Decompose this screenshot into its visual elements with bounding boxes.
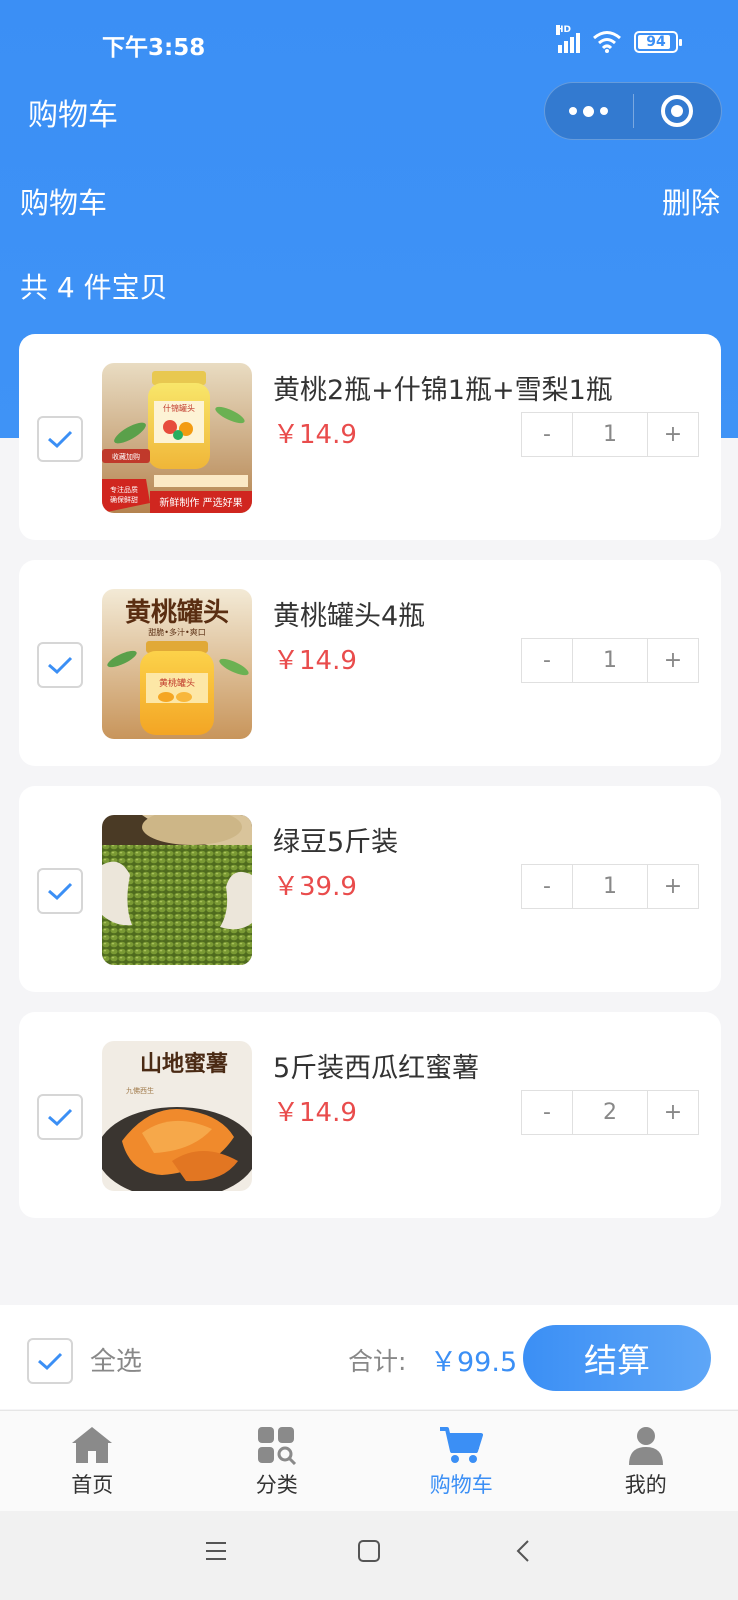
- item-checkbox[interactable]: [37, 868, 83, 914]
- product-name[interactable]: 黄桃2瓶+什锦1瓶+雪梨1瓶: [273, 368, 613, 407]
- system-navigation-bar: [0, 1511, 738, 1600]
- cart-icon: [440, 1427, 484, 1463]
- more-dot-icon: [600, 107, 609, 115]
- product-name[interactable]: 5斤装西瓜红蜜薯: [273, 1046, 479, 1085]
- battery-level: 94: [646, 34, 666, 50]
- status-time: 下午3:58: [102, 35, 206, 61]
- image-subtitle-text: 九佛西生: [126, 1086, 154, 1095]
- delete-button[interactable]: 删除: [662, 180, 720, 222]
- check-icon: [38, 1352, 63, 1371]
- increase-button[interactable]: +: [648, 1091, 698, 1134]
- yellow-peach-jar-image: 黄桃罐头 甜脆•多汁•爽口 黄桃罐头: [102, 589, 252, 739]
- image-badge-text: 收藏加购: [112, 452, 140, 461]
- more-dot-icon: [569, 107, 578, 115]
- wifi-icon: [593, 31, 621, 53]
- cart-item: 山地蜜薯 九佛西生 5斤装西瓜红蜜薯 ￥14.9 - 2 +: [19, 1012, 721, 1218]
- cart-item: 什锦罐头 收藏加购 专注品质 确保鲜甜 新鲜制作 严选好果 黄桃2瓶+什锦1瓶+…: [19, 334, 721, 540]
- tab-label: 首页: [71, 1473, 114, 1497]
- image-title-text: 黄桃罐头: [125, 597, 229, 628]
- quantity-value[interactable]: 1: [572, 865, 648, 908]
- decrease-button[interactable]: -: [522, 865, 572, 908]
- quantity-stepper: - 2 +: [521, 1090, 699, 1135]
- decrease-button[interactable]: -: [522, 413, 572, 456]
- quantity-stepper: - 1 +: [521, 638, 699, 683]
- sweet-potato-image: 山地蜜薯 九佛西生: [102, 1041, 252, 1191]
- item-count: 共 4 件宝贝: [20, 271, 168, 304]
- status-icons: HD 94: [556, 25, 682, 54]
- more-button[interactable]: [545, 105, 633, 117]
- product-image[interactable]: [102, 815, 252, 965]
- tab-home[interactable]: 首页: [0, 1411, 185, 1511]
- quantity-value[interactable]: 2: [572, 1091, 648, 1134]
- tab-cart[interactable]: 购物车: [369, 1411, 554, 1511]
- home-icon: [72, 1427, 113, 1463]
- product-image[interactable]: 黄桃罐头 甜脆•多汁•爽口 黄桃罐头: [102, 589, 252, 739]
- total-price: ￥99.5: [430, 1347, 518, 1378]
- image-badge-text: 确保鲜甜: [110, 495, 138, 504]
- image-banner-text: 新鲜制作 严选好果: [159, 496, 242, 509]
- battery-icon: 94: [634, 31, 682, 53]
- back-icon[interactable]: [512, 1539, 536, 1563]
- mung-bean-image: [102, 815, 252, 965]
- image-subtitle-text: 甜脆•多汁•爽口: [148, 627, 205, 637]
- cart-item: 绿豆5斤装 ￥39.9 - 1 +: [19, 786, 721, 992]
- close-mini-program-button[interactable]: [634, 95, 722, 127]
- product-price: ￥39.9: [273, 872, 357, 902]
- menu-icon[interactable]: [204, 1539, 228, 1563]
- product-price: ￥14.9: [273, 1098, 357, 1128]
- product-price: ￥14.9: [273, 420, 357, 450]
- total-label: 合计:: [348, 1347, 407, 1376]
- product-name[interactable]: 绿豆5斤装: [273, 820, 398, 859]
- tab-label: 分类: [255, 1473, 298, 1497]
- product-image[interactable]: 山地蜜薯 九佛西生: [102, 1041, 252, 1191]
- check-icon: [48, 1108, 73, 1127]
- image-title-text: 山地蜜薯: [140, 1051, 228, 1077]
- select-all-checkbox[interactable]: [27, 1338, 73, 1384]
- target-icon: [661, 95, 694, 127]
- checkout-button[interactable]: 结算: [523, 1325, 711, 1391]
- decrease-button[interactable]: -: [522, 1091, 572, 1134]
- quantity-value[interactable]: 1: [572, 413, 648, 456]
- user-icon: [628, 1427, 663, 1465]
- page-title: 购物车: [28, 98, 118, 133]
- category-icon: [257, 1427, 296, 1465]
- cart-title: 购物车: [20, 186, 108, 220]
- decrease-button[interactable]: -: [522, 639, 572, 682]
- quantity-stepper: - 1 +: [521, 864, 699, 909]
- checkout-bar: 全选 合计: ￥99.5 结算: [0, 1305, 738, 1409]
- jar-label: 黄桃罐头: [159, 677, 195, 689]
- quantity-stepper: - 1 +: [521, 412, 699, 457]
- tab-label: 购物车: [429, 1473, 493, 1497]
- hd-label: HD: [556, 25, 572, 35]
- home-square-icon[interactable]: [357, 1539, 381, 1563]
- product-name[interactable]: 黄桃罐头4瓶: [273, 594, 425, 633]
- tab-bar: 首页 分类 购物车 我的: [0, 1410, 738, 1511]
- jar-label: 什锦罐头: [163, 403, 195, 413]
- item-checkbox[interactable]: [37, 1094, 83, 1140]
- check-icon: [48, 430, 73, 449]
- mini-program-capsule: [544, 82, 722, 140]
- cart-item: 黄桃罐头 甜脆•多汁•爽口 黄桃罐头 黄桃罐头4瓶 ￥14.9 - 1 +: [19, 560, 721, 766]
- image-badge-text: 专注品质: [110, 485, 138, 494]
- check-icon: [48, 882, 73, 901]
- check-icon: [48, 656, 73, 675]
- more-dot-icon: [583, 105, 595, 117]
- tab-category[interactable]: 分类: [185, 1411, 370, 1511]
- select-all-label[interactable]: 全选: [90, 1341, 142, 1378]
- tab-label: 我的: [624, 1473, 667, 1497]
- canned-fruit-image: 什锦罐头 收藏加购 专注品质 确保鲜甜 新鲜制作 严选好果: [102, 363, 252, 513]
- quantity-value[interactable]: 1: [572, 639, 648, 682]
- product-price: ￥14.9: [273, 646, 357, 676]
- item-checkbox[interactable]: [37, 642, 83, 688]
- increase-button[interactable]: +: [648, 865, 698, 908]
- signal-icon: HD: [556, 25, 580, 53]
- product-image[interactable]: 什锦罐头 收藏加购 专注品质 确保鲜甜 新鲜制作 严选好果: [102, 363, 252, 513]
- increase-button[interactable]: +: [648, 413, 698, 456]
- increase-button[interactable]: +: [648, 639, 698, 682]
- tab-profile[interactable]: 我的: [554, 1411, 738, 1511]
- status-bar: 下午3:58 HD 94: [0, 0, 738, 88]
- item-checkbox[interactable]: [37, 416, 83, 462]
